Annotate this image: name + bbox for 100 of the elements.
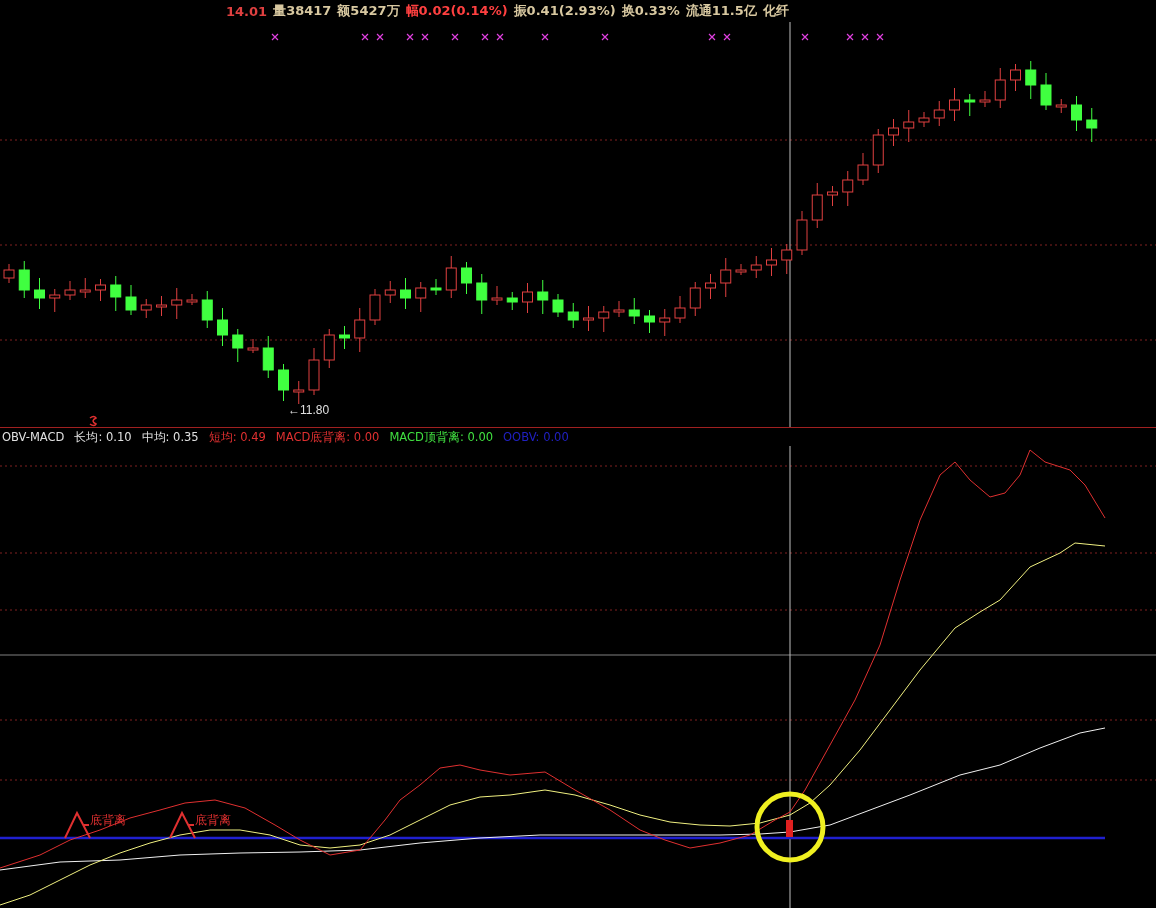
- candlestick: [933, 100, 945, 127]
- candlestick: [430, 278, 442, 296]
- quote-field: 额5427万: [337, 2, 400, 20]
- candlestick: [1086, 107, 1098, 143]
- cross-mark-icon: [876, 33, 884, 41]
- candlestick: [766, 247, 777, 277]
- candlestick: [522, 282, 533, 314]
- candlestick: [598, 305, 610, 333]
- cross-mark-icon: [376, 33, 384, 41]
- indicator-value: 长均: 0.10: [74, 429, 132, 445]
- quote-field: 流通11.5亿: [685, 2, 757, 20]
- candlestick: [293, 380, 305, 405]
- quote-field: 幅0.02(0.14%): [405, 2, 508, 20]
- candlestick: [628, 297, 640, 325]
- candlestick: [1055, 98, 1067, 114]
- candlestick: [278, 363, 289, 402]
- candlestick: [171, 287, 183, 320]
- quote-field: 换0.33%: [621, 2, 680, 20]
- candlestick: [308, 347, 320, 396]
- candlestick: [1040, 72, 1052, 111]
- signal-icon: [89, 415, 97, 427]
- candlestick: [400, 277, 411, 310]
- candlestick: [445, 255, 457, 299]
- candlestick: [644, 309, 655, 334]
- candlestick: [842, 170, 854, 207]
- candlestick: [49, 288, 61, 313]
- cross-mark-icon: [723, 33, 731, 41]
- indicator-value: 中均: 0.35: [141, 429, 199, 445]
- candlestick: [750, 255, 762, 279]
- candlestick: [796, 210, 808, 256]
- candlestick: [262, 335, 274, 379]
- candlestick: [1071, 95, 1082, 132]
- candlestick: [705, 273, 716, 300]
- indicator-value: OBV-MACD: [2, 430, 65, 444]
- low-price-label: ←11.80: [288, 403, 330, 417]
- cross-mark-icon: [846, 33, 854, 41]
- candlestick: [461, 261, 472, 295]
- candlestick: [354, 307, 366, 353]
- candlestick: [567, 302, 579, 329]
- candlestick: [79, 277, 91, 299]
- candlestick: [735, 263, 747, 276]
- quote-field: 量38417: [273, 2, 332, 20]
- cross-mark-icon: [361, 33, 369, 41]
- candlestick: [537, 279, 549, 315]
- candlestick: [994, 67, 1006, 109]
- candlestick: [232, 328, 244, 363]
- candlestick: [1025, 60, 1037, 100]
- cross-mark-icon: [421, 33, 429, 41]
- candlestick: [217, 307, 228, 347]
- candlestick: [613, 300, 625, 318]
- candlestick: [506, 291, 518, 311]
- highlight-circle: [754, 791, 826, 863]
- quote-field: 振0.41(2.93%): [513, 2, 616, 20]
- candlestick: [3, 263, 15, 284]
- cross-mark-icon: [481, 33, 489, 41]
- candlestick: [674, 295, 686, 324]
- candlestick: [1010, 63, 1021, 92]
- candlestick: [95, 278, 106, 302]
- indicator-value: OOBV: 0.00: [503, 430, 569, 444]
- candlestick: [186, 293, 198, 306]
- candlestick: [156, 295, 167, 317]
- divergence-marker-icon: [169, 810, 196, 839]
- candlestick: [247, 338, 259, 354]
- candlestick: [552, 293, 564, 318]
- candlestick: [34, 277, 45, 310]
- candlestick: [979, 90, 991, 108]
- quote-field: 14.01: [226, 3, 268, 19]
- candlestick: [415, 281, 427, 313]
- candlestick: [201, 290, 213, 329]
- candlestick: [659, 308, 671, 337]
- candlestick: [583, 305, 594, 332]
- candlestick: [323, 328, 335, 369]
- cross-mark-icon: [861, 33, 869, 41]
- quote-field: 化纤: [762, 2, 789, 20]
- divergence-label: 底背离: [195, 813, 231, 827]
- candlestick: [827, 185, 838, 207]
- candlestick: [125, 284, 137, 316]
- indicator-value: MACD顶背离: 0.00: [389, 429, 494, 445]
- cross-mark-icon: [406, 33, 414, 41]
- cross-mark-icon: [496, 33, 504, 41]
- candlestick: [110, 275, 122, 312]
- candlestick: [140, 298, 152, 319]
- candlestick: [18, 260, 30, 299]
- candlestick: [857, 152, 869, 186]
- candlestick: [811, 182, 823, 229]
- candlestick: [949, 87, 960, 122]
- candlestick: [781, 243, 793, 275]
- cross-mark-icon: [271, 33, 279, 41]
- candlestick: [476, 273, 488, 315]
- candlestick: [384, 280, 396, 304]
- divergence-marker-icon: [64, 810, 91, 839]
- cross-mark-icon: [601, 33, 609, 41]
- candlestick: [491, 285, 503, 306]
- signal-bar: [786, 820, 793, 837]
- candlestick: [369, 288, 381, 326]
- candlestick: [689, 281, 701, 317]
- candlestick: [918, 111, 930, 128]
- indicator-value: 短均: 0.49: [208, 429, 266, 445]
- cross-mark-icon: [708, 33, 716, 41]
- candlestick: [872, 128, 884, 174]
